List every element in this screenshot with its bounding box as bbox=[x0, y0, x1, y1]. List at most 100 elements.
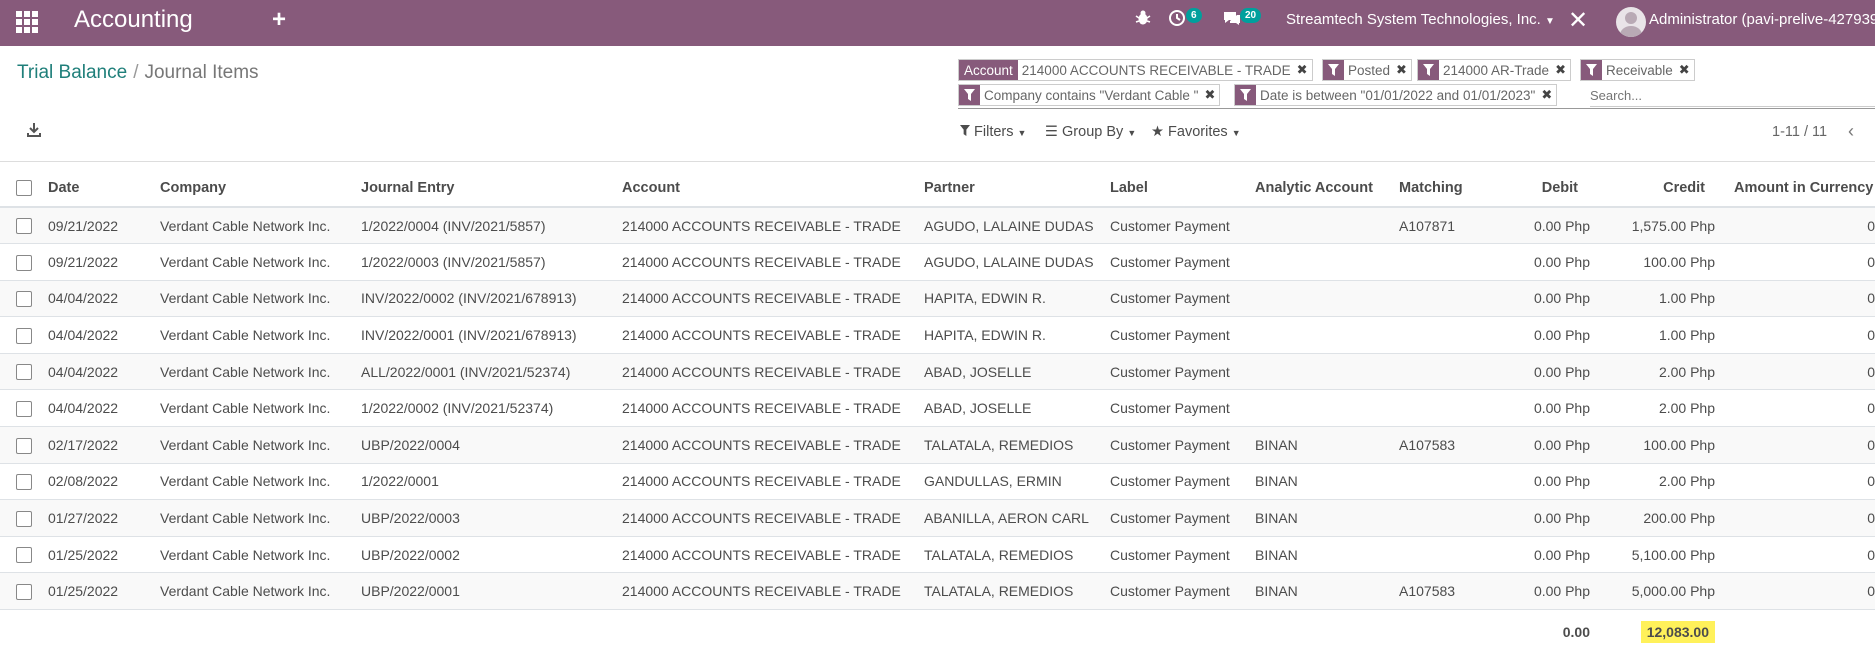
user-menu[interactable]: Administrator (pavi-prelive-4279399 bbox=[1649, 11, 1875, 28]
chevron-left-icon[interactable]: ‹ bbox=[1848, 121, 1854, 142]
filters-dropdown[interactable]: Filters ▼ bbox=[960, 124, 1026, 140]
table-row[interactable]: 09/21/2022 Verdant Cable Network Inc. 1/20… bbox=[0, 207, 1875, 245]
cell-analytic bbox=[1255, 316, 1399, 354]
avatar[interactable] bbox=[1616, 7, 1646, 37]
table-row[interactable]: 02/17/2022 Verdant Cable Network Inc. UBP/… bbox=[0, 426, 1875, 464]
tools-icon[interactable]: ✕ bbox=[1568, 6, 1588, 35]
cell-label: Customer Payment bbox=[1110, 572, 1255, 611]
row-checkbox[interactable] bbox=[0, 280, 48, 318]
column-header[interactable]: Date bbox=[48, 170, 160, 208]
cell-account: 214000 ACCOUNTS RECEIVABLE - TRADE bbox=[622, 280, 924, 318]
cell-date: 04/04/2022 bbox=[48, 353, 160, 391]
cell-account: 214000 ACCOUNTS RECEIVABLE - TRADE bbox=[622, 572, 924, 611]
column-header[interactable]: Label bbox=[1110, 170, 1255, 208]
facet-value: 214000 ACCOUNTS RECEIVABLE - TRADE bbox=[1021, 62, 1291, 78]
column-header[interactable]: Matching bbox=[1399, 170, 1491, 208]
table-row[interactable]: 01/25/2022 Verdant Cable Network Inc. UBP/… bbox=[0, 536, 1875, 574]
cell-analytic: BINAN bbox=[1255, 426, 1399, 464]
plus-icon[interactable]: + bbox=[272, 6, 286, 34]
cell-entry: INV/2022/0002 (INV/2021/678913) bbox=[361, 280, 622, 318]
column-header[interactable]: Analytic Account bbox=[1255, 170, 1399, 208]
cell-label: Customer Payment bbox=[1110, 426, 1255, 464]
table-row[interactable]: 04/04/2022 Verdant Cable Network Inc. 1/20… bbox=[0, 389, 1875, 428]
facet-value: Company contains "Verdant Cable " bbox=[984, 87, 1199, 103]
cell-credit: 1.00 Php bbox=[1600, 316, 1725, 354]
row-checkbox[interactable] bbox=[0, 353, 48, 391]
row-checkbox[interactable] bbox=[0, 389, 48, 428]
facet-value: Date is between "01/01/2022 and 01/01/20… bbox=[1260, 87, 1536, 103]
group-by-dropdown[interactable]: ☰ Group By ▼ bbox=[1045, 124, 1136, 140]
cell-entry: ALL/2022/0001 (INV/2021/52374) bbox=[361, 353, 622, 391]
cell-label: Customer Payment bbox=[1110, 316, 1255, 354]
app-title[interactable]: Accounting bbox=[74, 6, 193, 34]
table-row[interactable]: 04/04/2022 Verdant Cable Network Inc. INV/… bbox=[0, 316, 1875, 354]
search-input[interactable] bbox=[1590, 85, 1875, 107]
cell-amount: 0 bbox=[1725, 536, 1875, 574]
cell-credit: 2.00 Php bbox=[1600, 463, 1725, 501]
table-row[interactable]: 01/25/2022 Verdant Cable Network Inc. UBP/… bbox=[0, 572, 1875, 611]
row-checkbox[interactable] bbox=[0, 207, 48, 245]
pager-value[interactable]: 1-11 / 11 bbox=[1772, 124, 1827, 140]
favorites-dropdown[interactable]: ★ Favorites ▼ bbox=[1151, 124, 1241, 140]
cell-amount: 0 bbox=[1725, 463, 1875, 501]
row-checkbox[interactable] bbox=[0, 572, 48, 611]
column-header[interactable]: Partner bbox=[924, 170, 1110, 208]
remove-facet-icon[interactable]: ✖ bbox=[1677, 60, 1694, 80]
activity-clock-icon[interactable] bbox=[1168, 9, 1186, 32]
facet-company: Company contains "Verdant Cable " ✖ bbox=[958, 84, 1221, 106]
column-header[interactable]: Journal Entry bbox=[361, 170, 622, 208]
facet-value: Receivable bbox=[1606, 62, 1673, 78]
apps-menu-icon[interactable] bbox=[16, 11, 38, 33]
cell-amount: 0 bbox=[1725, 207, 1875, 245]
row-checkbox[interactable] bbox=[0, 499, 48, 537]
debug-icon[interactable] bbox=[1134, 9, 1152, 32]
filters-label: Filters bbox=[974, 124, 1014, 140]
row-checkbox[interactable] bbox=[0, 426, 48, 464]
cell-company: Verdant Cable Network Inc. bbox=[160, 316, 361, 354]
cell-partner: HAPITA, EDWIN R. bbox=[924, 316, 1110, 354]
filter-icon bbox=[1235, 85, 1256, 105]
cell-debit: 0.00 Php bbox=[1491, 207, 1600, 245]
cell-matching bbox=[1399, 243, 1491, 281]
cell-analytic bbox=[1255, 243, 1399, 281]
table-row[interactable]: 09/21/2022 Verdant Cable Network Inc. 1/20… bbox=[0, 243, 1875, 281]
cell-partner: AGUDO, LALAINE DUDAS bbox=[924, 207, 1110, 245]
row-checkbox[interactable] bbox=[0, 463, 48, 501]
breadcrumb-current: Journal Items bbox=[144, 62, 259, 83]
total-debit: 0.00 bbox=[1491, 609, 1600, 654]
remove-facet-icon[interactable]: ✖ bbox=[1553, 60, 1570, 80]
remove-facet-icon[interactable]: ✖ bbox=[1394, 60, 1411, 80]
cell-analytic bbox=[1255, 207, 1399, 245]
filter-icon bbox=[960, 124, 970, 140]
breadcrumb-parent[interactable]: Trial Balance bbox=[17, 62, 127, 83]
cell-credit: 5,000.00 Php bbox=[1600, 572, 1725, 611]
row-checkbox[interactable] bbox=[0, 316, 48, 354]
caret-down-icon: ▼ bbox=[1545, 16, 1555, 27]
column-header[interactable]: Debit bbox=[1491, 170, 1600, 208]
cell-company: Verdant Cable Network Inc. bbox=[160, 499, 361, 537]
row-checkbox[interactable] bbox=[0, 536, 48, 574]
company-name: Streamtech System Technologies, Inc. bbox=[1286, 11, 1541, 28]
row-checkbox[interactable] bbox=[0, 243, 48, 281]
messages-icon[interactable] bbox=[1222, 9, 1242, 32]
column-header[interactable]: Account bbox=[622, 170, 924, 208]
column-header[interactable]: Credit bbox=[1600, 170, 1725, 208]
cell-matching bbox=[1399, 316, 1491, 354]
download-icon[interactable] bbox=[26, 122, 42, 138]
column-header[interactable]: Company bbox=[160, 170, 361, 208]
table-row[interactable]: 04/04/2022 Verdant Cable Network Inc. INV/… bbox=[0, 280, 1875, 318]
remove-facet-icon[interactable]: ✖ bbox=[1295, 60, 1312, 80]
company-switcher[interactable]: Streamtech System Technologies, Inc. ▼ bbox=[1286, 11, 1555, 28]
column-header[interactable]: Amount in Currency bbox=[1725, 170, 1875, 208]
remove-facet-icon[interactable]: ✖ bbox=[1539, 85, 1556, 105]
cell-partner: AGUDO, LALAINE DUDAS bbox=[924, 243, 1110, 281]
table-row[interactable]: 01/27/2022 Verdant Cable Network Inc. UBP/… bbox=[0, 499, 1875, 537]
remove-facet-icon[interactable]: ✖ bbox=[1202, 85, 1219, 105]
select-all-checkbox[interactable] bbox=[0, 170, 48, 208]
cell-label: Customer Payment bbox=[1110, 353, 1255, 391]
table-row[interactable]: 02/08/2022 Verdant Cable Network Inc. 1/20… bbox=[0, 463, 1875, 501]
cell-debit: 0.00 Php bbox=[1491, 536, 1600, 574]
cell-entry: UBP/2022/0004 bbox=[361, 426, 622, 464]
table-row[interactable]: 04/04/2022 Verdant Cable Network Inc. ALL/… bbox=[0, 353, 1875, 391]
cell-amount: 0 bbox=[1725, 316, 1875, 354]
